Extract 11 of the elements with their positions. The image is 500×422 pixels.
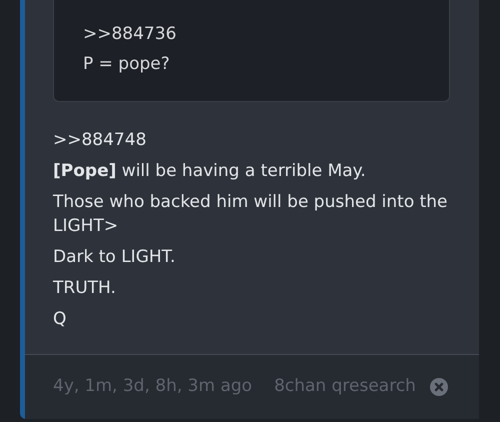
close-icon[interactable] [430,378,448,396]
post-line: >>884748 [53,129,146,152]
post-line: Q [53,308,66,331]
post-line: Those who backed him will be pushed into the LIGHT> [53,191,449,238]
timestamp: 4y, 1m, 3d, 8h, 3m ago [53,375,252,398]
post-line: [Pope] will be having a terrible May. [53,160,366,183]
quote-line: P = pope? [83,53,171,76]
source-link[interactable]: 8chan qresearch [274,374,416,400]
post-line: TRUTH. [53,277,116,300]
post-line: Dark to LIGHT. [53,246,176,269]
quote-line: >>884736 [83,23,178,46]
